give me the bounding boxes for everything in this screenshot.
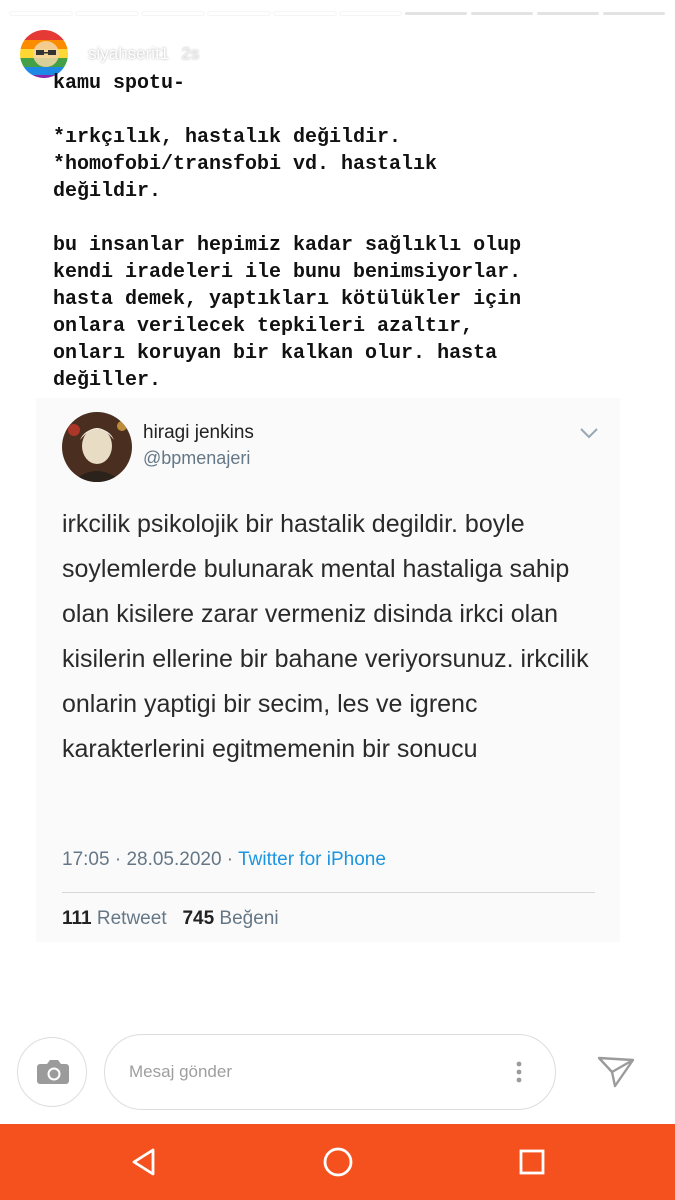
progress-segment <box>603 12 666 15</box>
tweet-time: 17:05 <box>62 849 110 870</box>
back-triangle-icon[interactable] <box>124 1142 164 1182</box>
tweet-meta-separator: · <box>109 849 127 870</box>
recents-square-icon[interactable] <box>512 1142 552 1182</box>
like-label: Beğeni <box>219 908 279 929</box>
tweet-author-name: hiragi jenkins <box>143 422 254 443</box>
story-text-overlay: kamu spotu- *ırkçılık, hastalık değildir… <box>53 72 522 392</box>
chevron-down-icon <box>580 428 598 439</box>
message-input[interactable] <box>129 1057 489 1087</box>
progress-segment <box>339 12 402 15</box>
home-circle-icon[interactable] <box>318 1142 358 1182</box>
progress-segment <box>207 12 270 15</box>
android-navigation-bar <box>0 1124 675 1200</box>
tweet-divider <box>62 892 595 893</box>
progress-segment <box>10 12 72 15</box>
tweet-avatar-image <box>62 412 132 482</box>
tweet-author-handle: @bpmenajeri <box>143 448 251 468</box>
like-count: 745 <box>182 908 215 929</box>
progress-segment <box>75 12 138 15</box>
story-progress-bar <box>10 12 666 15</box>
tweet-avatar <box>62 412 132 482</box>
story-timestamp: 2s <box>181 44 200 63</box>
camera-button[interactable] <box>17 1037 87 1107</box>
message-input-container[interactable] <box>104 1034 556 1110</box>
send-icon[interactable] <box>595 1052 637 1092</box>
retweet-count: 111 <box>62 908 92 929</box>
retweet-label: Retweet <box>96 908 167 929</box>
story-username[interactable]: siyahserit1 <box>88 44 169 64</box>
tweet-screenshot: hiragi jenkins @bpmenajeri irkcilik psik… <box>36 398 620 942</box>
camera-icon <box>37 1060 69 1084</box>
tweet-body: irkcilik psikolojik bir hastalik degildi… <box>62 510 589 763</box>
tweet-meta-separator: · <box>221 849 239 870</box>
progress-segment <box>537 12 600 15</box>
tweet-source: Twitter for iPhone <box>238 849 386 870</box>
progress-segment <box>405 12 468 15</box>
progress-segment <box>141 12 204 15</box>
progress-segment <box>471 12 534 15</box>
tweet-date: 28.05.2020 <box>126 849 222 870</box>
tweet-stats: 111 Retweet 745 Beğeni <box>62 908 279 930</box>
tweet-meta: 17:05 · 28.05.2020 · Twitter for iPhone <box>62 849 386 871</box>
more-vertical-icon[interactable] <box>509 1057 529 1087</box>
progress-segment <box>273 12 336 15</box>
